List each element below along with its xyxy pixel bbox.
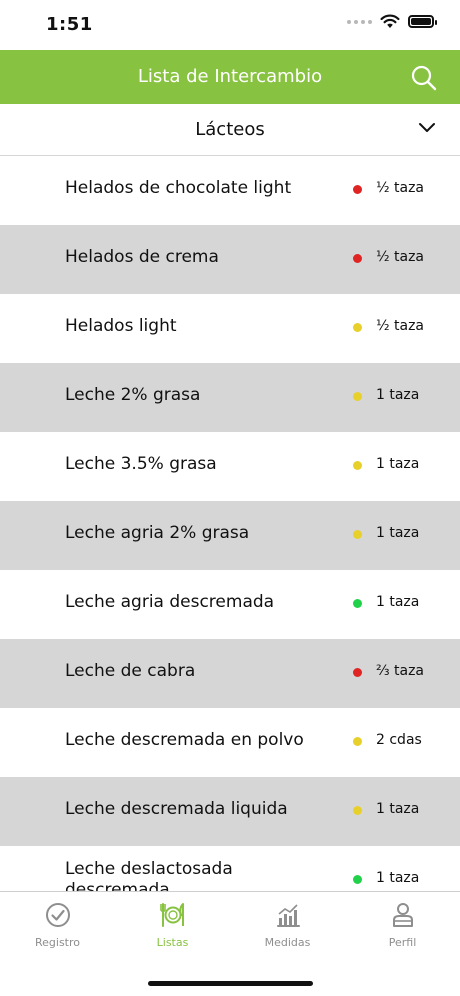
tab-perfil[interactable]: Perfil (345, 902, 460, 949)
list-item[interactable]: Leche agria 2% grasa 1 taza (0, 501, 460, 570)
list-item[interactable]: Helados de crema ½ taza (0, 225, 460, 294)
status-time: 1:51 (46, 14, 93, 35)
item-portion: 1 taza (376, 387, 420, 403)
status-dot-icon (353, 530, 362, 539)
list-item[interactable]: Leche 3.5% grasa 1 taza (0, 432, 460, 501)
item-portion: ⅔ taza (376, 663, 425, 679)
list-item[interactable]: Leche descremada liquida 1 taza (0, 777, 460, 846)
list-item[interactable]: Helados de chocolate light ½ taza (0, 156, 460, 225)
status-dot-icon (353, 668, 362, 677)
status-dot-icon (353, 461, 362, 470)
navigation-bar: Lista de Intercambio (0, 50, 460, 104)
list-item[interactable]: Leche descremada en polvo 2 cdas (0, 708, 460, 777)
status-dot-icon (353, 737, 362, 746)
list-item[interactable]: Leche de cabra ⅔ taza (0, 639, 460, 708)
status-dot-icon (353, 323, 362, 332)
list-item[interactable]: Leche 2% grasa 1 taza (0, 363, 460, 432)
item-portion: 1 taza (376, 801, 420, 817)
item-portion: 1 taza (376, 594, 420, 610)
item-name: Leche de cabra (65, 661, 196, 681)
status-dot-icon (353, 599, 362, 608)
status-bar: 1:51 (0, 0, 460, 50)
person-icon (392, 903, 413, 927)
cellular-signal-icon (347, 19, 372, 24)
page-title: Lista de Intercambio (137, 66, 323, 87)
status-dot-icon (353, 806, 362, 815)
wifi-icon (380, 14, 400, 28)
plate-cutlery-icon (159, 903, 184, 927)
status-icons (347, 14, 437, 29)
item-portion: ½ taza (376, 318, 425, 334)
tab-label: Perfil (388, 936, 417, 949)
item-portion: 2 cdas (376, 732, 422, 748)
status-dot-icon (353, 254, 362, 263)
item-portion: 1 taza (376, 525, 420, 541)
item-name: Helados de crema (65, 247, 219, 267)
chevron-down-icon (419, 123, 435, 132)
battery-icon (408, 15, 437, 28)
tab-medidas[interactable]: Medidas (230, 902, 345, 949)
status-dot-icon (353, 185, 362, 194)
tab-label: Medidas (264, 936, 311, 949)
list-item[interactable]: Leche agria descremada 1 taza (0, 570, 460, 639)
item-portion: 1 taza (376, 870, 420, 886)
item-name: Helados light (65, 316, 177, 336)
item-name: Leche agria 2% grasa (65, 523, 250, 543)
category-label: Lácteos (195, 119, 265, 140)
search-icon[interactable] (410, 64, 438, 92)
item-portion: ½ taza (376, 180, 425, 196)
item-name: Leche 2% grasa (65, 385, 201, 405)
chart-icon (276, 904, 300, 927)
list-item[interactable]: Leche deslactosada descremada 1 taza (0, 846, 460, 891)
item-portion: ½ taza (376, 249, 425, 265)
status-dot-icon (353, 392, 362, 401)
tab-registro[interactable]: Registro (0, 902, 115, 949)
tab-label: Registro (34, 936, 80, 949)
status-dot-icon (353, 875, 362, 884)
exchange-list[interactable]: Helados de chocolate light ½ taza Helado… (0, 156, 460, 891)
category-selector[interactable]: Lácteos (0, 104, 460, 156)
item-name: Leche 3.5% grasa (65, 454, 217, 474)
item-name: Leche descremada en polvo (65, 730, 304, 750)
tab-label: Listas (156, 936, 189, 949)
item-name: Leche deslactosada descremada (65, 859, 233, 891)
check-circle-icon (45, 903, 70, 927)
list-item[interactable]: Helados light ½ taza (0, 294, 460, 363)
item-name: Helados de chocolate light (65, 178, 292, 198)
item-name: Leche agria descremada (65, 592, 275, 612)
item-name: Leche descremada liquida (65, 799, 288, 819)
tab-listas[interactable]: Listas (115, 902, 230, 949)
home-indicator (148, 981, 313, 986)
item-portion: 1 taza (376, 456, 420, 472)
